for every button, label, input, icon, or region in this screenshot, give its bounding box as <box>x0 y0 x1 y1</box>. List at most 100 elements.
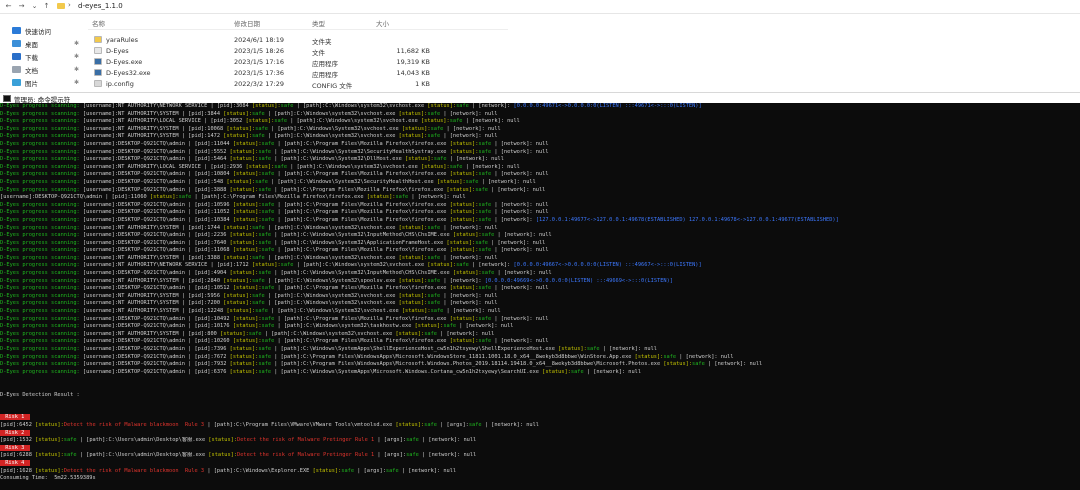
console-text: | [network]: null <box>418 437 477 444</box>
safe-status-text: safe <box>456 103 469 109</box>
safe-status-text: D-Eyes progress scanning: <box>0 262 83 269</box>
safe-status-text: safe <box>427 254 441 261</box>
status-key-text: [status]: <box>232 315 262 322</box>
file-name: D-Eyes <box>106 47 129 55</box>
console-text: | [args]: <box>374 437 407 444</box>
console-text: | [path]:C:\Windows\System32\Application… <box>271 239 447 246</box>
forward-arrow-icon[interactable]: → <box>17 2 26 11</box>
pin-icon[interactable]: ✱ <box>74 53 79 60</box>
breadcrumb-separator-icon: › <box>68 1 71 9</box>
status-key-text: [status]: <box>449 209 479 216</box>
console-line: D-Eyes progress scanning: [username]:NT … <box>0 293 1080 301</box>
file-row[interactable]: D-Eyes32.exe 2023/1/5 17:36 应用程序 14,043 KB <box>88 68 508 79</box>
console-text: | [path]:C:\Windows\system32\svchost.exe <box>264 224 399 231</box>
nav-item-2[interactable]: 下载 <box>12 51 38 62</box>
nav-item-1[interactable]: 桌面 <box>12 38 38 49</box>
console-text: | [network]: null <box>481 421 539 428</box>
console-text: [username]:DESKTOP-Q921CTQ\admin | [pid]… <box>82 140 233 147</box>
safe-status-text: safe <box>385 467 399 474</box>
console-line: D-Eyes progress scanning: [username]:DES… <box>0 316 1080 324</box>
file-size: 19,319 KB <box>396 58 430 66</box>
back-arrow-icon[interactable]: ← <box>4 2 13 11</box>
console-text: | [path]:C:\Program Files\Mozilla Firefo… <box>271 186 447 193</box>
status-key-text: [status]: <box>229 346 259 352</box>
console-text: | [path]:C:\Windows\System32\InputMethod… <box>271 270 453 277</box>
console-line: D-Eyes progress scanning: [username]:NT … <box>0 225 1080 233</box>
console-text: [username]:DESKTOP-Q921CTQ\admin | [pid]… <box>82 156 230 163</box>
status-key-text: [status]: <box>558 346 587 352</box>
safe-status-text: safe <box>478 171 492 178</box>
file-type: 应用程序 <box>312 60 338 68</box>
column-header-type[interactable]: 类型 <box>312 18 325 28</box>
status-key-text: [status]: <box>229 232 259 239</box>
safe-status-text: safe <box>258 232 272 239</box>
console-text: [username]:NT AUTHORITY\SYSTEM | [pid]:2… <box>82 277 224 284</box>
console-text: | [path]:C:\Windows\System32\InputMethod… <box>271 232 453 239</box>
file-row[interactable]: D-Eyes.exe 2023/1/5 17:16 应用程序 19,319 KB <box>88 57 508 68</box>
console-line: D-Eyes progress scanning: [username]:NT … <box>0 300 1080 308</box>
console-text: | [args]: <box>436 421 469 428</box>
console-output[interactable]: D-Eyes progress scanning: [username]:NT … <box>0 103 1080 490</box>
console-text: [username]:DESKTOP-Q921CTQ\admin | [pid]… <box>0 194 150 201</box>
console-text: | [network]: null <box>491 171 549 178</box>
console-text: | [network]: <box>468 103 514 109</box>
status-key-text: [status]: <box>405 156 434 163</box>
file-size: 11,682 KB <box>396 47 430 55</box>
safe-status-text: safe <box>449 118 463 125</box>
nav-item-0[interactable]: 快速访问 <box>12 25 51 36</box>
safe-status-text: safe <box>261 247 275 254</box>
console-text: [username]:DESKTOP-Q921CTQ\admin | [pid]… <box>82 178 227 185</box>
console-text: | [network]: null <box>440 224 498 231</box>
status-key-text: [status]: <box>226 178 256 185</box>
pin-icon[interactable]: ✱ <box>74 40 79 47</box>
console-text: | [path]:C:\Windows\system32\svchost.exe <box>287 118 421 125</box>
breadcrumb-path[interactable]: d-eyes_1.1.0 <box>78 2 123 10</box>
nav-item-3[interactable]: 文档 <box>12 64 38 75</box>
console-text: | [network]: null <box>704 361 763 368</box>
file-type: CONFIG 文件 <box>312 82 353 90</box>
safe-status-text: safe <box>478 216 492 223</box>
safe-status-text: safe <box>258 361 272 368</box>
up-arrow-icon[interactable]: ↑ <box>42 2 51 11</box>
column-header-name[interactable]: 名称 <box>92 18 105 28</box>
star-icon <box>12 27 21 34</box>
status-key-text: [status]: <box>414 323 444 330</box>
chevron-down-icon[interactable]: ⌄ <box>30 2 39 11</box>
safe-status-text: safe <box>478 247 492 254</box>
file-row[interactable]: yaraRules 2024/6/1 18:19 文件夹 <box>88 35 508 46</box>
console-text: | [network]: null <box>462 118 520 125</box>
status-key-text: [status]: <box>232 247 262 254</box>
network-info-text: [0.0.0.0:49671<->0.0.0.0:0(LISTEN) :::49… <box>513 103 702 109</box>
console-line: D-Eyes progress scanning: [username]:DES… <box>0 141 1080 149</box>
file-row[interactable]: D-Eyes 2023/1/5 18:26 文件 11,682 KB <box>88 46 508 57</box>
console-text: | [path]:C:\Windows\system32\svchost.exe <box>264 292 399 299</box>
pin-icon[interactable]: ✱ <box>74 66 79 73</box>
pin-icon[interactable]: ✱ <box>74 79 79 86</box>
console-text: | [network]: null <box>462 163 520 170</box>
safe-status-text: safe <box>261 140 275 147</box>
safe-status-text: safe <box>261 209 275 216</box>
console-text: | [path]:C:\Windows\system32\svchost.exe <box>264 300 399 307</box>
console-text: | [network]: null <box>491 285 549 292</box>
column-header-date[interactable]: 修改日期 <box>234 18 260 28</box>
column-header-size[interactable]: 大小 <box>376 18 389 28</box>
file-row[interactable]: ip.config 2022/3/2 17:29 CONFIG 文件 1 KB <box>88 79 508 90</box>
console-text: | [network]: <box>491 216 536 223</box>
safe-status-text: safe <box>427 224 441 231</box>
console-text: [username]:DESKTOP-Q921CTQ\admin | [pid]… <box>82 270 230 277</box>
status-key-text: [status]: <box>223 300 252 307</box>
status-key-text: [status]: <box>245 118 275 125</box>
console-text: | [path]:C:\Program Files\Mozilla Firefo… <box>274 201 450 208</box>
status-key-text: [status]: <box>398 300 428 307</box>
nav-item-4[interactable]: 图片 <box>12 77 38 88</box>
safe-status-text: D-Eyes progress scanning: <box>0 186 83 193</box>
console-text: | [path]:C:\Windows\system32\svchost.exe <box>287 163 421 170</box>
safe-status-text: safe <box>261 338 275 345</box>
console-text: | [network]: null <box>440 133 498 140</box>
safe-status-text: D-Eyes progress scanning: <box>0 247 83 254</box>
console-text: [username]:DESKTOP-Q921CTQ\admin | [pid]… <box>82 232 230 239</box>
console-text: | [network]: null <box>478 178 536 185</box>
console-text: | [network]: null <box>491 140 549 147</box>
safe-status-text: safe <box>424 421 437 428</box>
console-line: [username]:DESKTOP-Q921CTQ\admin | [pid]… <box>0 194 1080 202</box>
